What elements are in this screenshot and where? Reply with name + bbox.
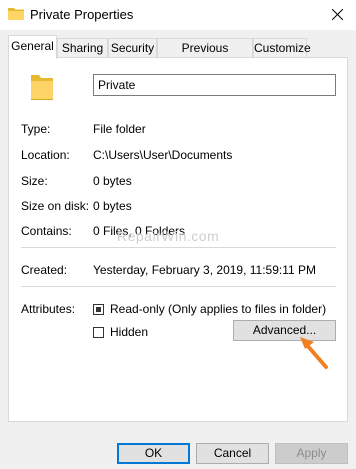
tab-general[interactable]: General bbox=[8, 35, 57, 59]
type-value: File folder bbox=[93, 122, 146, 136]
folder-icon bbox=[8, 7, 24, 20]
window-title: Private Properties bbox=[30, 7, 134, 22]
tab-customize[interactable]: Customize bbox=[253, 38, 311, 57]
tab-previous-versions[interactable]: Previous Versions bbox=[157, 38, 253, 74]
tab-sharing[interactable]: Sharing bbox=[57, 38, 108, 57]
apply-button[interactable]: Apply bbox=[275, 443, 348, 464]
created-value: Yesterday, February 3, 2019, 11:59:11 PM bbox=[93, 263, 317, 277]
folder-name-input[interactable] bbox=[93, 74, 336, 96]
location-value: C:\Users\User\Documents bbox=[93, 148, 233, 162]
size-on-disk-label: Size on disk: bbox=[21, 199, 90, 213]
cancel-button[interactable]: Cancel bbox=[196, 443, 269, 464]
location-label: Location: bbox=[21, 148, 70, 162]
checkbox-box[interactable] bbox=[93, 326, 104, 338]
divider bbox=[21, 286, 336, 287]
contains-label: Contains: bbox=[21, 224, 72, 238]
readonly-label: Read-only (Only applies to files in fold… bbox=[110, 302, 327, 316]
type-label: Type: bbox=[21, 122, 51, 136]
close-icon bbox=[332, 9, 343, 20]
size-on-disk-value: 0 bytes bbox=[93, 199, 132, 213]
created-label: Created: bbox=[21, 263, 68, 277]
size-value: 0 bytes bbox=[93, 174, 132, 188]
attributes-label: Attributes: bbox=[21, 302, 76, 316]
tab-security[interactable]: Security bbox=[108, 38, 157, 57]
folder-icon bbox=[29, 73, 55, 101]
ok-button[interactable]: OK bbox=[117, 443, 190, 464]
readonly-checkbox[interactable]: Read-only (Only applies to files in fold… bbox=[93, 302, 326, 316]
size-label: Size: bbox=[21, 174, 48, 188]
divider bbox=[21, 247, 336, 248]
hidden-label: Hidden bbox=[110, 325, 149, 339]
title-bar: Private Properties bbox=[0, 0, 356, 30]
close-button[interactable] bbox=[320, 0, 356, 30]
hidden-checkbox[interactable]: Hidden bbox=[93, 325, 148, 339]
checkbox-box[interactable] bbox=[93, 303, 104, 315]
watermark: RepairWin.com bbox=[117, 228, 220, 244]
pointer-arrow-icon bbox=[296, 334, 330, 373]
